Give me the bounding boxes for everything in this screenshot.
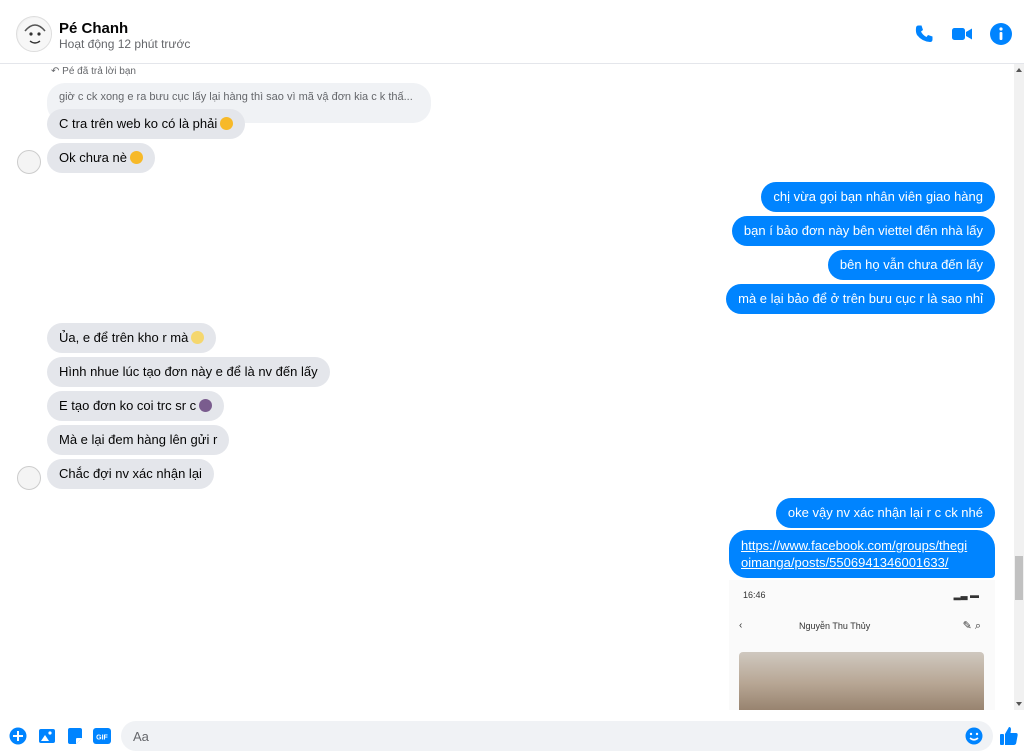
message-incoming[interactable]: Hình nhue lúc tạo đơn này e để là nv đến… — [47, 357, 330, 387]
scroll-up-icon[interactable] — [1016, 68, 1022, 72]
person-emoji-icon — [199, 399, 213, 412]
message-input[interactable]: Aa — [121, 721, 993, 751]
message-text: E tạo đơn ko coi trc sr c — [59, 398, 197, 413]
message-incoming[interactable]: Mà e lại đem hàng lên gửi r — [47, 425, 230, 455]
link-url[interactable]: https://www.facebook.com/groups/thegi oim… — [741, 538, 967, 570]
like-icon[interactable] — [999, 726, 1019, 746]
preview-back-icon: ‹ — [739, 620, 743, 631]
message-list[interactable]: ↶ Pé đã trả lời bạn giờ c ck xong e ra b… — [0, 64, 1014, 710]
message-outgoing[interactable]: bạn í bảo đơn này bên viettel đến nhà lấ… — [731, 216, 995, 246]
preview-name: Nguyễn Thu Thủy — [799, 621, 871, 631]
message-outgoing[interactable]: oke vậy nv xác nhận lại r c ck nhé — [775, 498, 995, 528]
plus-icon[interactable] — [9, 727, 27, 745]
preview-time: 16:46 — [743, 590, 766, 600]
image-icon[interactable] — [38, 727, 56, 745]
message-incoming[interactable]: Chắc đợi nv xác nhận lại — [47, 459, 214, 489]
reply-note: ↶ Pé đã trả lời bạn — [51, 66, 136, 77]
reply-arrow-icon: ↶ — [51, 66, 63, 77]
preview-photo — [739, 652, 984, 710]
video-icon[interactable] — [950, 22, 974, 46]
moon-emoji-icon — [191, 331, 205, 344]
gif-icon[interactable]: GIF — [93, 727, 111, 745]
svg-text:GIF: GIF — [96, 735, 108, 742]
scroll-thumb[interactable] — [1015, 556, 1023, 600]
message-text: Ok chưa nè — [59, 150, 127, 165]
message-outgoing[interactable]: mà e lại bảo để ở trên bưu cục r là sao … — [726, 284, 995, 314]
scroll-down-icon[interactable] — [1016, 702, 1022, 706]
scrollbar[interactable] — [1014, 64, 1024, 710]
contact-status: Hoạt động 12 phút trước — [59, 37, 191, 51]
message-outgoing[interactable]: chị vừa gọi bạn nhân viên giao hàng — [761, 182, 995, 212]
message-incoming[interactable]: Ủa, e để trên kho r mà — [47, 323, 217, 353]
chat-header: Pé Chanh Hoạt động 12 phút trước — [0, 0, 1024, 64]
message-outgoing[interactable]: bên họ vẫn chưa đến lấy — [827, 250, 995, 280]
preview-signal-icon: ▂▃ ▬ — [953, 590, 979, 600]
message-incoming[interactable]: E tạo đơn ko coi trc sr c — [47, 391, 225, 421]
link-preview-image[interactable]: 16:46 ▂▃ ▬ ‹ Nguyễn Thu Thủy ✎ ⌕ — [729, 580, 995, 710]
preview-edit-search-icon: ✎ ⌕ — [962, 620, 981, 632]
contact-avatar[interactable] — [16, 16, 52, 52]
message-incoming[interactable]: C tra trên web ko có là phải — [47, 109, 246, 139]
reply-note-text: Pé đã trả lời bạn — [62, 66, 136, 77]
contact-name[interactable]: Pé Chanh — [59, 20, 128, 37]
message-incoming[interactable]: Ok chưa nè — [47, 143, 155, 173]
message-text: C tra trên web ko có là phải — [59, 116, 218, 131]
message-input-placeholder: Aa — [133, 729, 149, 744]
message-link[interactable]: https://www.facebook.com/groups/thegi oim… — [729, 530, 995, 578]
contact-avatar-small — [17, 466, 41, 490]
sticker-icon[interactable] — [66, 727, 84, 745]
emoji-icon[interactable] — [965, 727, 983, 745]
phone-icon[interactable] — [912, 22, 936, 46]
laughing-emoji-icon — [129, 151, 143, 164]
contact-avatar-small — [17, 150, 41, 174]
message-text: Ủa, e để trên kho r mà — [59, 330, 189, 345]
laughing-emoji-icon — [220, 117, 234, 130]
info-icon[interactable] — [989, 22, 1013, 46]
